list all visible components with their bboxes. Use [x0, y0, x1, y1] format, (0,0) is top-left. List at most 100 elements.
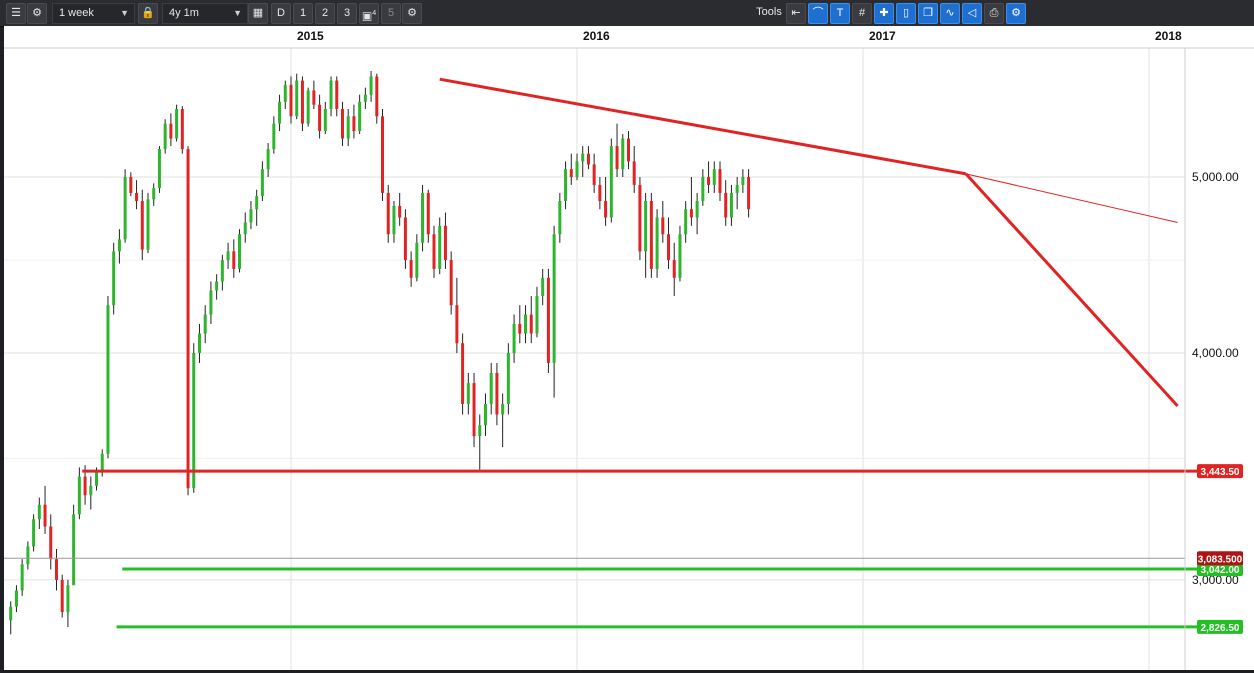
candle	[609, 138, 613, 223]
candle-body	[289, 84, 293, 117]
candle-body	[729, 192, 733, 218]
chart-canvas[interactable]: 2015 2016 2017 2018 5,000.00 4,000.00 3,…	[4, 26, 1254, 670]
config-tools-icon[interactable]: ⚙	[1006, 3, 1026, 24]
crosshair-icon[interactable]: ✚	[874, 3, 894, 24]
candle	[689, 177, 693, 226]
candle	[278, 94, 282, 132]
candle	[329, 76, 333, 117]
candle	[678, 225, 682, 282]
candle	[352, 104, 356, 139]
calendar-icon[interactable]: ▦	[248, 3, 268, 24]
candle-type-icon[interactable]: ▯	[896, 3, 916, 24]
candle-body	[638, 184, 642, 252]
candle	[455, 277, 459, 353]
candle-body	[300, 80, 304, 124]
candle	[558, 192, 562, 243]
level-tag-label: 2,826.50	[1201, 623, 1240, 634]
candle-body	[363, 94, 367, 102]
candle	[66, 579, 70, 628]
candle-body	[329, 80, 333, 110]
candle-body	[306, 90, 310, 124]
candle	[512, 314, 516, 363]
period-4-button[interactable]: ▣4	[359, 3, 379, 24]
candle	[135, 180, 139, 210]
candle	[220, 254, 224, 291]
level-tag-label: 3,443.50	[1201, 467, 1240, 478]
period-3-button[interactable]: 3	[337, 3, 357, 24]
candle	[661, 201, 665, 243]
candle	[489, 362, 493, 415]
settings-gear-icon[interactable]: ⚙	[402, 3, 422, 24]
candle-body	[157, 149, 161, 189]
candle-body	[209, 290, 213, 315]
candle-body	[489, 372, 493, 404]
candle-body	[747, 177, 751, 210]
candle	[60, 574, 64, 618]
trendline-extension	[965, 173, 1178, 223]
candle-body	[535, 295, 539, 334]
trendline[interactable]	[439, 77, 967, 176]
candle	[386, 184, 390, 243]
candle-body	[266, 149, 270, 170]
list-icon[interactable]: ☰	[6, 3, 26, 24]
candle-body	[255, 196, 259, 210]
candle-body	[609, 146, 613, 218]
candle	[312, 80, 316, 110]
candle-body	[632, 161, 636, 185]
candle	[43, 485, 47, 534]
candle	[403, 209, 407, 269]
y-tick-label: 4,000.00	[1192, 346, 1239, 360]
trendline[interactable]	[964, 172, 1179, 408]
candle-body	[169, 123, 173, 139]
candle	[14, 585, 18, 613]
lock-icon[interactable]: 🔒	[138, 3, 158, 24]
candle	[306, 87, 310, 127]
candle-body	[581, 153, 585, 162]
candle-body	[129, 177, 133, 193]
curve-tool-icon[interactable]: ⌒	[808, 3, 828, 24]
candle	[26, 541, 30, 570]
candle-body	[644, 201, 648, 252]
back-arrow-icon[interactable]: ⇤	[786, 3, 806, 24]
candle	[575, 153, 579, 181]
candle	[54, 548, 58, 591]
period-5-button[interactable]: 5	[381, 3, 401, 24]
candle	[249, 201, 253, 230]
print-icon[interactable]: ⎙	[984, 3, 1004, 24]
candle	[478, 414, 482, 470]
candle-body	[678, 234, 682, 278]
candle-body	[598, 184, 602, 202]
candle	[718, 161, 722, 202]
price-tags: 3,443.50 3,042.00 2,826.50 3,083.500	[1197, 464, 1243, 634]
gear-icon[interactable]: ⚙	[27, 3, 47, 24]
period-day-button[interactable]: D	[271, 3, 291, 24]
candle	[112, 242, 116, 315]
candle-body	[152, 188, 156, 200]
text-tool-icon[interactable]: T	[830, 3, 850, 24]
candle-body	[215, 281, 219, 291]
candle-body	[381, 116, 385, 193]
grid-icon[interactable]: #	[852, 3, 872, 24]
period-1-button[interactable]: 1	[293, 3, 313, 24]
period-2-button[interactable]: 2	[315, 3, 335, 24]
candle	[358, 94, 362, 135]
candle	[363, 87, 367, 110]
indicator-icon[interactable]: ∿	[940, 3, 960, 24]
candle-body	[20, 564, 24, 591]
candle	[340, 101, 344, 147]
candle	[592, 153, 596, 193]
candle-body	[77, 476, 81, 515]
candle-body	[564, 169, 568, 202]
price-chart[interactable]: 2015 2016 2017 2018 5,000.00 4,000.00 3,…	[4, 26, 1254, 670]
candle-body	[689, 209, 693, 218]
label-icon[interactable]: ◁	[962, 3, 982, 24]
level-tag-label: 3,042.00	[1201, 565, 1240, 576]
interval-select[interactable]: 1 week ▼	[52, 3, 135, 24]
candle-body	[163, 123, 167, 150]
candle-body	[203, 314, 207, 334]
candle	[272, 116, 276, 154]
candle-body	[117, 239, 121, 252]
range-select[interactable]: 4y 1m ▼	[162, 3, 248, 24]
layers-icon[interactable]: ❐	[918, 3, 938, 24]
candle	[684, 201, 688, 243]
